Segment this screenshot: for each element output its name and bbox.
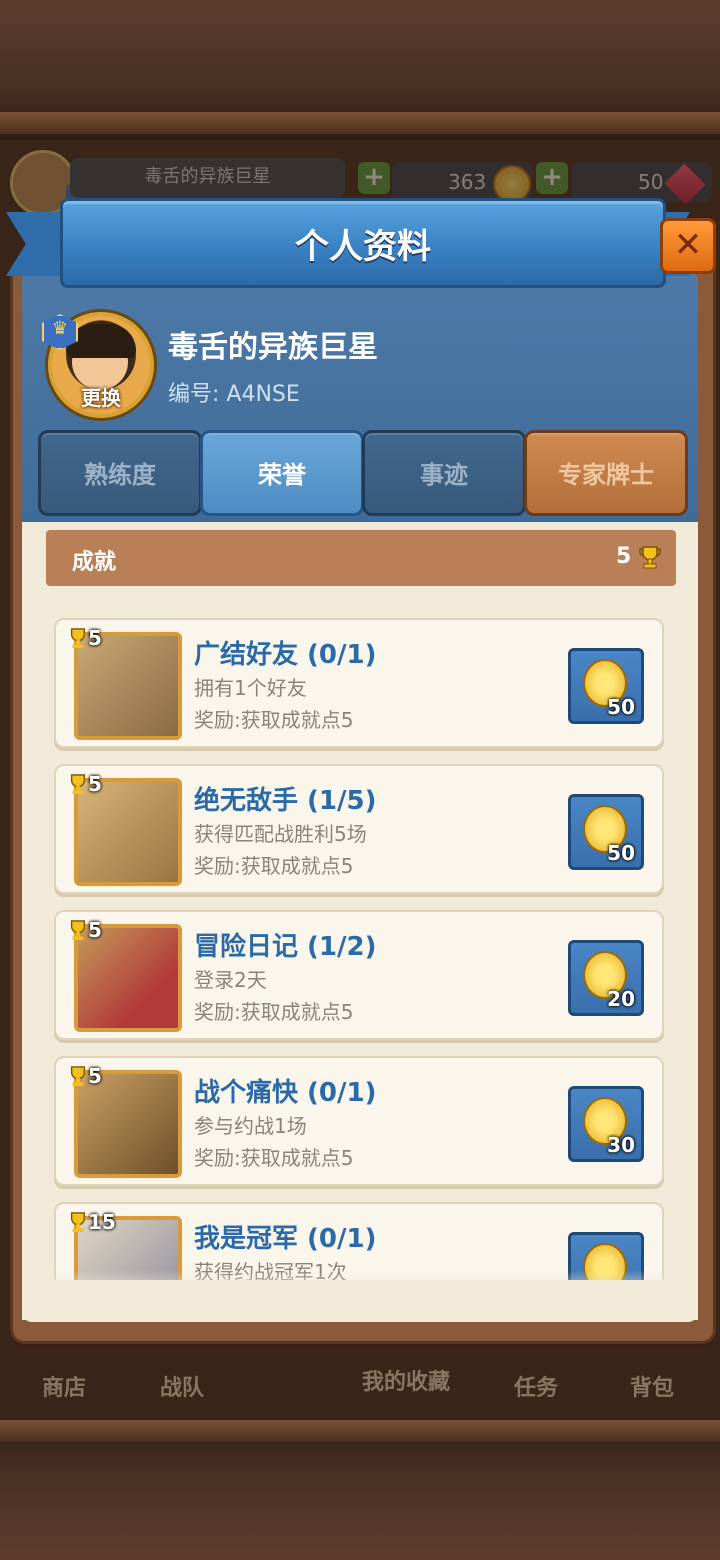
achievement-points-total: 5 (616, 544, 632, 569)
gem-count: 50 (638, 170, 664, 194)
achievement-reward: 奖励:获取成就点5 (194, 708, 354, 732)
achievement-card[interactable]: 5 战个痛快 (0/1) 参与约战1场 奖励:获取成就点5 30 (54, 1056, 664, 1186)
coin-reward-amount: 20 (607, 987, 635, 1011)
achievement-card[interactable]: 5 冒险日记 (1/2) 登录2天 奖励:获取成就点5 20 (54, 910, 664, 1040)
tab-label: 荣誉 (258, 461, 306, 489)
coin-reward-amount: 50 (607, 695, 635, 719)
achievement-title: 我是冠军 (0/1) (194, 1224, 377, 1254)
achievement-title: 绝无敌手 (1/5) (194, 786, 377, 816)
achievement-points: 5 (68, 918, 102, 942)
player-name: 毒舌的异族巨星 (168, 330, 378, 365)
tab-honor[interactable]: 荣誉 (200, 430, 364, 516)
player-id-row: 编号: A4NSE (168, 376, 300, 408)
add-gems-button[interactable]: + (536, 162, 568, 194)
bottom-nav: 商店 战队 我的收藏 任务 背包 (0, 1340, 720, 1420)
achievement-title: 冒险日记 (1/2) (194, 932, 377, 962)
background-shelf-bottom (0, 1420, 720, 1442)
coin-reward-button[interactable]: 30 (568, 1086, 644, 1162)
nav-team[interactable]: 战队 (160, 1370, 204, 1402)
nav-backpack[interactable]: 背包 (630, 1370, 674, 1402)
coin-reward-button[interactable]: 50 (568, 794, 644, 870)
gem-icon (664, 162, 706, 205)
coin-reward-button[interactable]: 50 (568, 648, 644, 724)
achievement-desc: 登录2天 (194, 968, 267, 992)
background-shelf (0, 112, 720, 134)
gem-counter: 50 (572, 162, 712, 205)
tab-label: 事迹 (420, 461, 468, 489)
tab-expert-player[interactable]: 专家牌士 (524, 430, 688, 516)
add-coins-button[interactable]: + (358, 162, 390, 194)
achievement-list[interactable]: 5 广结好友 (0/1) 拥有1个好友 奖励:获取成就点5 50 5 绝无敌手 … (46, 600, 676, 1280)
coin-reward-amount: 30 (607, 1133, 635, 1157)
achievement-card[interactable]: 5 广结好友 (0/1) 拥有1个好友 奖励:获取成就点5 50 (54, 618, 664, 748)
dialog-title: 个人资料 (295, 227, 431, 267)
tab-label: 专家牌士 (558, 461, 654, 489)
achievement-reward: 奖励:获取成就点5 (194, 1146, 354, 1170)
achievement-reward: 奖励:获取成就点5 (194, 1000, 354, 1024)
achievement-title: 广结好友 (0/1) (194, 640, 377, 670)
close-button[interactable]: ✕ (660, 218, 716, 274)
player-id-value: A4NSE (226, 382, 300, 407)
coin-count: 363 (448, 170, 487, 194)
close-icon: ✕ (673, 225, 703, 265)
section-title: 成就 (72, 550, 117, 575)
achievement-desc: 获得匹配战胜利5场 (194, 822, 367, 846)
title-ribbon: 个人资料 (60, 198, 666, 288)
achievement-reward: 奖励:获取成就点5 (194, 854, 354, 878)
tab-proficiency[interactable]: 熟练度 (38, 430, 202, 516)
coin-reward-amount: 50 (607, 841, 635, 865)
section-count: 5 (616, 544, 661, 569)
coin-icon (492, 164, 531, 203)
achievement-section-header: 成就 5 (46, 530, 676, 586)
change-avatar-label: 更换 (81, 386, 121, 410)
nav-tasks[interactable]: 任务 (514, 1370, 558, 1402)
coin-reward-button[interactable]: 20 (568, 940, 644, 1016)
achievement-points: 5 (68, 626, 102, 650)
achievement-card[interactable]: 15 我是冠军 (0/1) 获得约战冠军1次 (54, 1202, 664, 1280)
status-name-bar: 毒舌的异族巨星 (70, 158, 345, 198)
achievement-card[interactable]: 5 绝无敌手 (1/5) 获得匹配战胜利5场 奖励:获取成就点5 50 (54, 764, 664, 894)
tab-deeds[interactable]: 事迹 (362, 430, 526, 516)
list-fade (22, 1270, 698, 1320)
nav-shop[interactable]: 商店 (42, 1370, 86, 1402)
tab-label: 熟练度 (84, 461, 156, 489)
crown-icon: ♛ (51, 318, 69, 339)
player-id-label: 编号: (168, 382, 220, 407)
coin-counter: 363 (392, 162, 532, 203)
status-player-name: 毒舌的异族巨星 (144, 166, 271, 187)
achievement-points: 5 (68, 772, 102, 796)
nav-collection[interactable]: 我的收藏 (362, 1364, 450, 1396)
achievement-title: 战个痛快 (0/1) (194, 1078, 377, 1108)
achievement-points: 15 (68, 1210, 116, 1234)
achievement-desc: 参与约战1场 (194, 1114, 307, 1138)
achievement-desc: 拥有1个好友 (194, 676, 307, 700)
achievement-points: 5 (68, 1064, 102, 1088)
trophy-icon (639, 545, 661, 569)
